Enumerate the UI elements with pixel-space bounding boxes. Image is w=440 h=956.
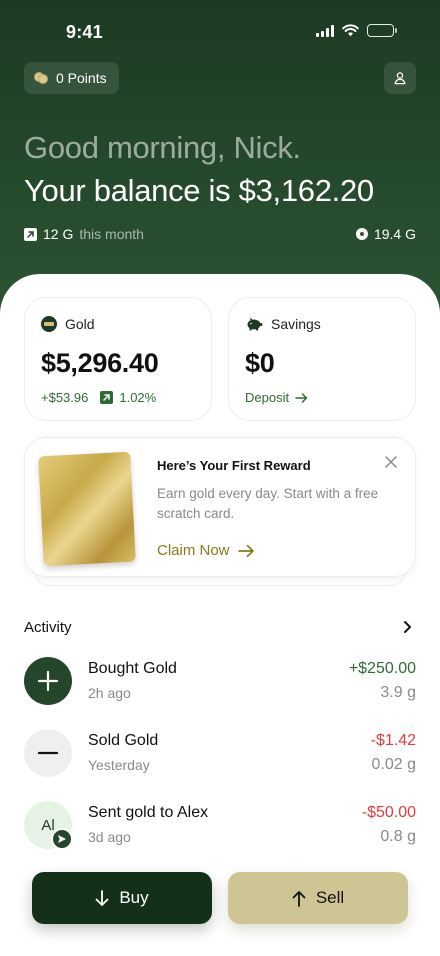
monthly-gold-suffix: this month: [79, 226, 144, 242]
activity-title: Sent gold to Alex: [88, 804, 209, 821]
total-gold: 19.4 G: [355, 226, 416, 242]
status-bar: 9:41: [0, 0, 440, 64]
sell-button[interactable]: Sell: [228, 872, 408, 924]
savings-card-header: Savings: [245, 316, 321, 332]
profile-button[interactable]: [384, 62, 416, 94]
balance-heading: Your balance is $3,162.20: [24, 173, 374, 208]
savings-card-label: Savings: [271, 316, 321, 332]
send-icon: [58, 835, 66, 843]
activity-amount: -$1.42: [370, 732, 416, 749]
monthly-gold-value: 12 G: [43, 226, 74, 242]
close-reward-button[interactable]: [383, 454, 399, 470]
activity-time: 2h ago: [88, 685, 131, 701]
activity-grams: 3.9 g: [380, 684, 416, 701]
arrow-right-icon: [237, 544, 254, 557]
minus-icon: [37, 751, 59, 755]
gold-bar-icon: [41, 316, 57, 332]
close-icon: [385, 456, 397, 468]
arrow-right-icon: [295, 392, 308, 403]
activity-amount: -$50.00: [361, 804, 416, 821]
monthly-gold-summary: 12 G this month: [24, 226, 144, 242]
trend-up-icon: [24, 227, 37, 241]
gold-card-header: Gold: [41, 316, 95, 332]
points-button[interactable]: 0 Points: [24, 62, 119, 94]
cellular-signal-icon: [316, 24, 334, 37]
points-label: 0 Points: [56, 70, 107, 86]
arrow-up-icon: [292, 890, 306, 907]
battery-icon: [367, 24, 397, 37]
greeting-text: Good morning, Nick.: [24, 130, 301, 165]
activity-grams: 0.02 g: [371, 756, 416, 773]
user-icon: [394, 72, 406, 85]
gold-coin-icon: [355, 228, 368, 240]
activity-item[interactable]: Sold Gold Yesterday -$1.42 0.02 g: [24, 729, 416, 779]
gold-card-value: $5,296.40: [41, 348, 159, 378]
activity-amount: +$250.00: [348, 660, 416, 677]
sell-label: Sell: [315, 888, 345, 907]
scratch-card-image: [38, 451, 136, 567]
status-icons: [316, 24, 397, 37]
status-time: 9:41: [66, 22, 103, 42]
buy-label: Buy: [119, 888, 149, 907]
deposit-link[interactable]: Deposit: [245, 390, 308, 405]
buy-avatar: [24, 657, 72, 705]
plus-icon: [37, 670, 59, 692]
deposit-label: Deposit: [245, 390, 290, 405]
reward-description: Earn gold every day. Start with a free s…: [157, 486, 379, 521]
claim-now-label: Claim Now: [157, 542, 230, 559]
activity-title: Sold Gold: [88, 732, 159, 749]
activity-see-all-button[interactable]: [400, 620, 414, 634]
claim-now-button[interactable]: Claim Now: [157, 542, 255, 559]
gold-card-label: Gold: [65, 316, 95, 332]
coins-icon: [34, 72, 48, 84]
gold-change-amount: +$53.96: [41, 390, 89, 405]
activity-time: Yesterday: [88, 757, 150, 773]
total-gold-value: 19.4 G: [373, 226, 416, 242]
savings-card-value: $0: [245, 348, 275, 378]
send-badge: [51, 828, 73, 850]
savings-balance-card[interactable]: Savings $0 Deposit: [228, 297, 416, 421]
reward-card[interactable]: Here’s Your First Reward Earn gold every…: [24, 437, 416, 577]
activity-time: 3d ago: [88, 829, 131, 845]
activity-heading: Activity: [24, 619, 72, 636]
wifi-icon: [342, 24, 359, 37]
activity-item[interactable]: Bought Gold 2h ago +$250.00 3.9 g: [24, 657, 416, 707]
gold-balance-card[interactable]: Gold $5,296.40 +$53.96 1.02%: [24, 297, 212, 421]
piggy-bank-icon: [247, 317, 263, 331]
sell-avatar: [24, 729, 72, 777]
activity-title: Bought Gold: [88, 660, 177, 677]
activity-item[interactable]: Al Sent gold to Alex 3d ago -$50.00 0.8 …: [24, 801, 416, 851]
gold-card-change: +$53.96 1.02%: [41, 390, 156, 405]
trend-up-icon: [100, 391, 114, 404]
buy-button[interactable]: Buy: [32, 872, 212, 924]
chevron-right-icon: [404, 621, 411, 633]
gold-change-percent: 1.02%: [119, 390, 157, 405]
activity-grams: 0.8 g: [380, 828, 416, 845]
arrow-down-icon: [95, 889, 109, 906]
reward-title: Here’s Your First Reward: [157, 458, 311, 473]
